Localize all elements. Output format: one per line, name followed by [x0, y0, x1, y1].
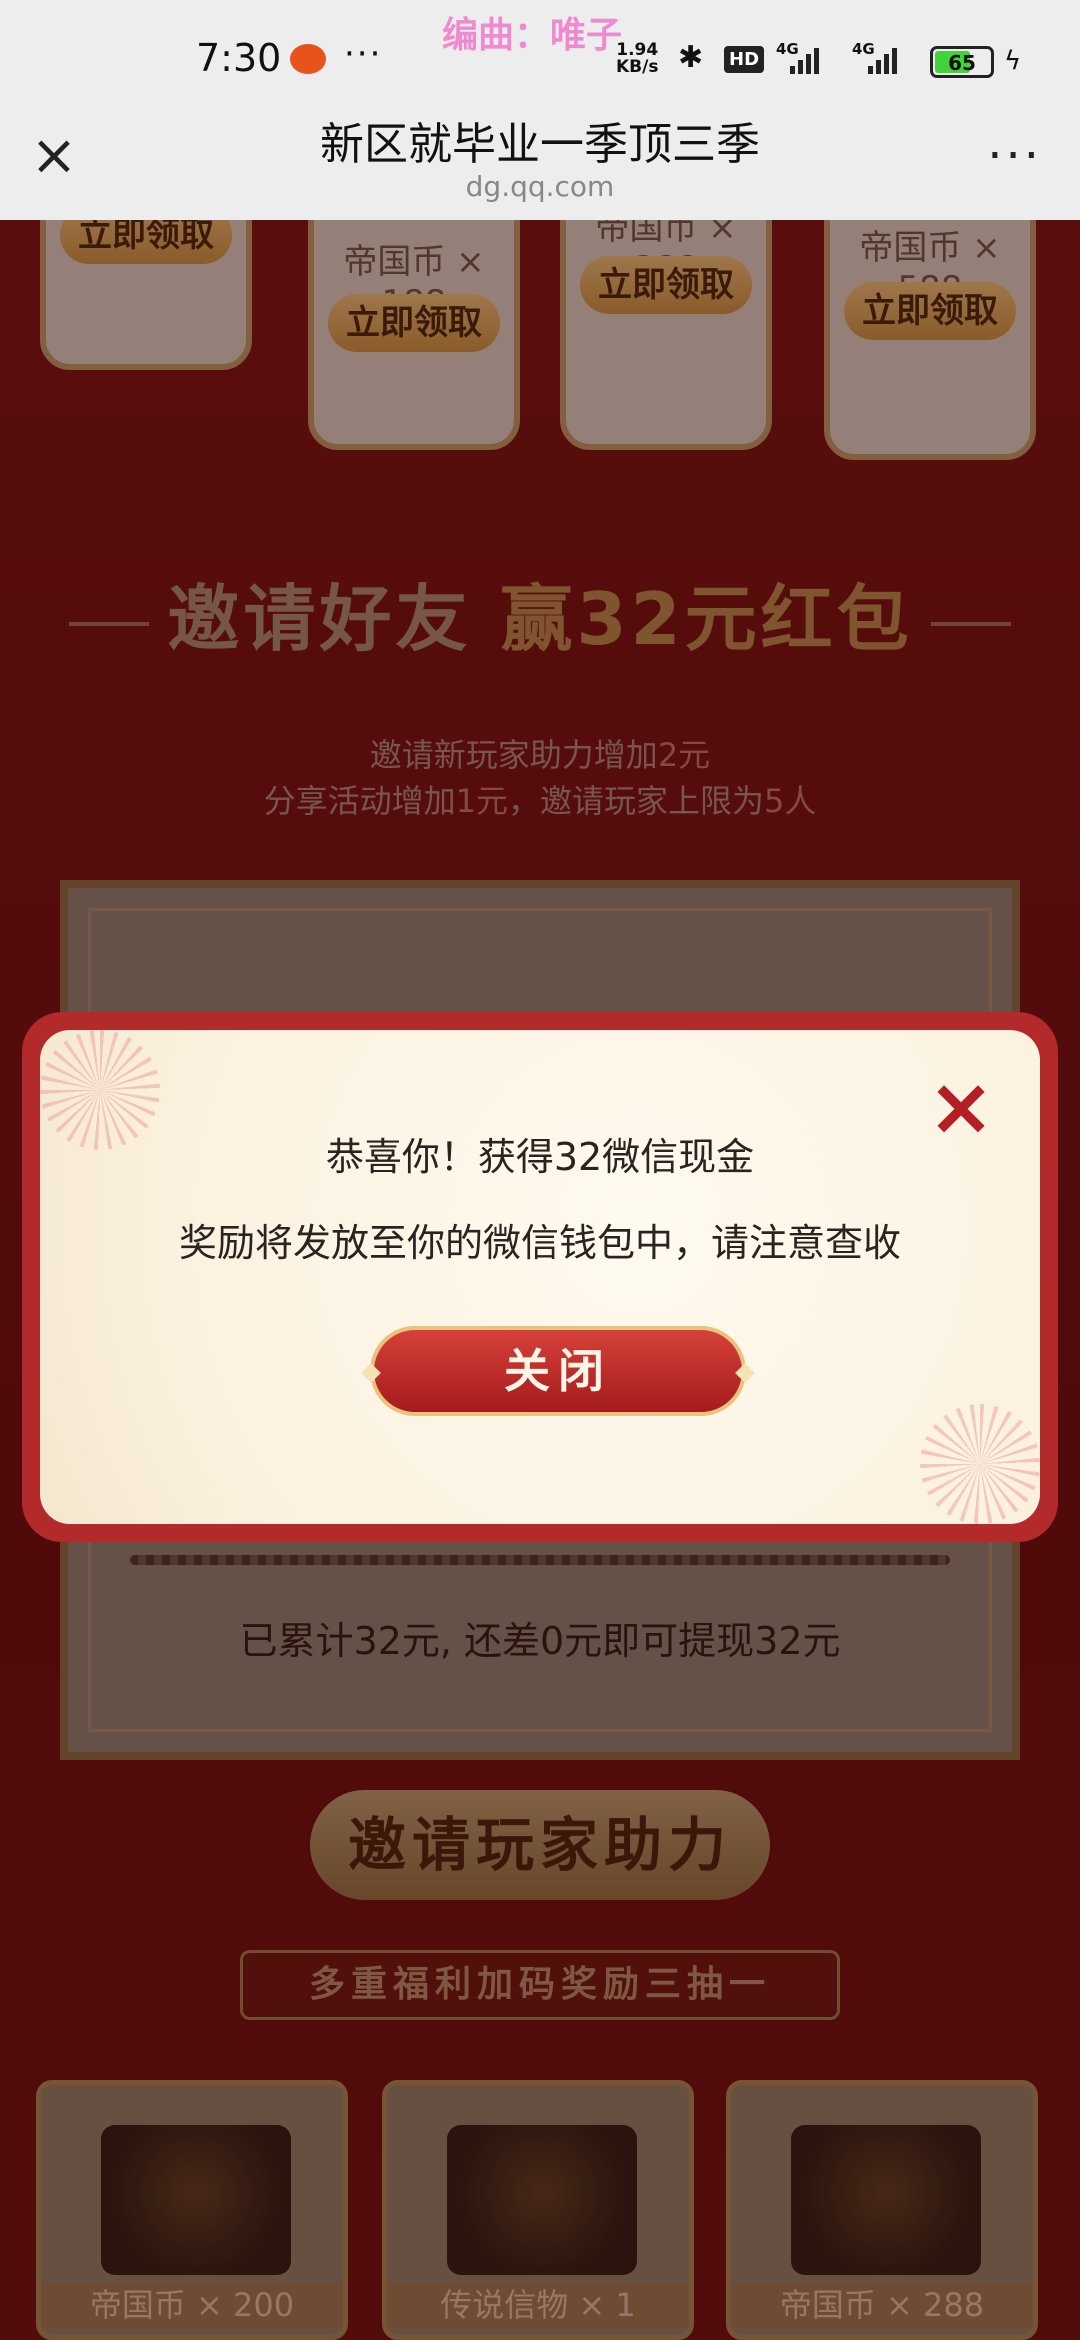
- dialog-message-title: 恭喜你！获得32微信现金: [325, 1135, 755, 1179]
- signal-1-icon: [790, 44, 819, 74]
- net-speed: 1.94 KB/s: [616, 42, 658, 76]
- battery-level: 65: [948, 51, 976, 75]
- app-notification-icon: [290, 44, 326, 74]
- firework-decoration: [920, 1404, 1040, 1524]
- page-title: 新区就毕业一季顶三季: [320, 119, 760, 170]
- more-notifications-icon: ···: [344, 34, 383, 74]
- reward-dialog: × 恭喜你！获得32微信现金 奖励将发放至你的微信钱包中，请注意查收 关闭: [22, 1012, 1058, 1542]
- charging-icon: ϟ: [1004, 46, 1022, 76]
- hd-badge: HD: [724, 46, 765, 73]
- close-button[interactable]: 关闭: [370, 1326, 746, 1416]
- more-menu-icon[interactable]: ···: [987, 128, 1042, 184]
- watermark-text: 编曲：唯子: [442, 15, 623, 56]
- bluetooth-icon: ✱: [678, 40, 704, 75]
- browser-header: × 新区就毕业一季顶三季 dg.qq.com ···: [0, 90, 1080, 220]
- battery-icon: 65: [930, 46, 994, 78]
- dialog-body: × 恭喜你！获得32微信现金 奖励将发放至你的微信钱包中，请注意查收 关闭: [40, 1030, 1040, 1524]
- status-time: 7:30: [196, 36, 282, 80]
- net-speed-unit: KB/s: [616, 57, 659, 77]
- signal-2-icon: [868, 44, 897, 74]
- dialog-message-body: 奖励将发放至你的微信钱包中，请注意查收: [178, 1221, 901, 1265]
- status-bar: 7:30 ··· 编曲：唯子 1.94 KB/s ✱ HD 4G 4G 65 ϟ: [0, 0, 1080, 90]
- page-domain: dg.qq.com: [465, 170, 615, 203]
